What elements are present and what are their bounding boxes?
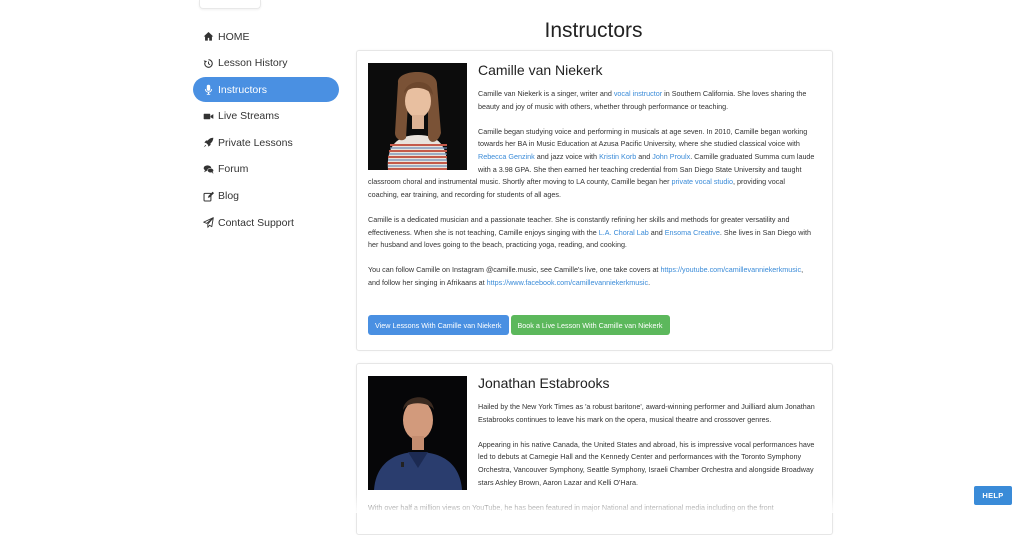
sidebar-item-label: Forum	[218, 163, 249, 176]
facebook-link[interactable]: https://www.facebook.com/camillevannieke…	[487, 278, 648, 287]
instructor-actions: View Lessons With Camille van Niekerk Bo…	[368, 315, 670, 335]
sidebar-item-home[interactable]: HOME	[193, 24, 339, 49]
sidebar-item-private-lessons[interactable]: Private Lessons	[193, 130, 339, 155]
comments-icon	[202, 164, 215, 175]
bio-paragraph: You can follow Camille on Instagram @cam…	[368, 265, 804, 287]
sidebar-item-blog[interactable]: Blog	[193, 184, 339, 209]
home-icon	[202, 31, 215, 42]
sidebar-nav: HOME Lesson History Instructors Live Str…	[193, 24, 339, 237]
ensoma-creative-link[interactable]: Ensoma Creative	[665, 228, 720, 237]
instructor-card: Camille van Niekerk Camille van Niekerk …	[356, 50, 833, 351]
private-vocal-studio-link[interactable]: private vocal studio	[671, 177, 733, 186]
microphone-icon	[202, 84, 215, 95]
vocal-instructor-link[interactable]: vocal instructor	[614, 89, 662, 98]
sidebar-item-contact-support[interactable]: Contact Support	[193, 210, 339, 235]
instructor-bio: Hailed by the New York Times as 'a robus…	[368, 401, 816, 527]
sidebar-item-label: Blog	[218, 190, 240, 203]
paper-plane-icon	[202, 217, 215, 228]
sidebar-item-instructors[interactable]: Instructors	[193, 77, 339, 103]
kristin-korb-link[interactable]: Kristin Korb	[599, 152, 636, 161]
book-live-lesson-button[interactable]: Book a Live Lesson With Camille van Niek…	[510, 315, 670, 335]
bio-paragraph: With over half a million views on YouTub…	[368, 502, 774, 512]
john-proulx-link[interactable]: John Proulx	[652, 152, 690, 161]
sidebar-item-label: Live Streams	[218, 110, 280, 123]
youtube-link[interactable]: https://youtube.com/camillevanniekerkmus…	[660, 265, 801, 274]
edit-icon	[202, 191, 215, 202]
rocket-icon	[202, 137, 215, 148]
history-icon	[202, 58, 215, 69]
instructor-name: Camille van Niekerk	[478, 62, 603, 78]
bio-paragraph: Camille began studying voice and perform…	[368, 126, 815, 199]
bio-paragraph: Appearing in his native Canada, the Unit…	[478, 439, 815, 487]
video-camera-icon	[202, 111, 215, 122]
rebecca-genzink-link[interactable]: Rebecca Genzink	[478, 152, 535, 161]
sidebar-item-lesson-history[interactable]: Lesson History	[193, 51, 339, 76]
bio-paragraph: Camille is a dedicated musician and a pa…	[368, 214, 811, 250]
sidebar-item-label: Private Lessons	[218, 136, 293, 149]
sidebar-item-label: Contact Support	[218, 216, 294, 229]
help-button[interactable]: HELP	[974, 486, 1012, 505]
instructor-card: Jonathan Estabrooks Hailed by the New Yo…	[356, 363, 833, 535]
sidebar-item-label: Instructors	[218, 83, 268, 96]
instructor-bio: Camille van Niekerk is a singer, writer …	[368, 88, 816, 302]
sidebar-item-forum[interactable]: Forum	[193, 157, 339, 182]
view-lessons-button[interactable]: View Lessons With Camille van Niekerk	[368, 315, 509, 335]
page-title: Instructors	[544, 19, 643, 42]
sidebar-item-label: HOME	[218, 30, 250, 43]
logo-area[interactable]	[199, 0, 261, 9]
sidebar-item-live-streams[interactable]: Live Streams	[193, 104, 339, 129]
bio-paragraph: Camille van Niekerk is a singer, writer …	[478, 89, 807, 111]
bio-paragraph: Hailed by the New York Times as 'a robus…	[478, 402, 815, 424]
sidebar-item-label: Lesson History	[218, 57, 288, 70]
la-choral-lab-link[interactable]: L.A. Choral Lab	[599, 228, 649, 237]
instructor-name: Jonathan Estabrooks	[478, 375, 610, 391]
